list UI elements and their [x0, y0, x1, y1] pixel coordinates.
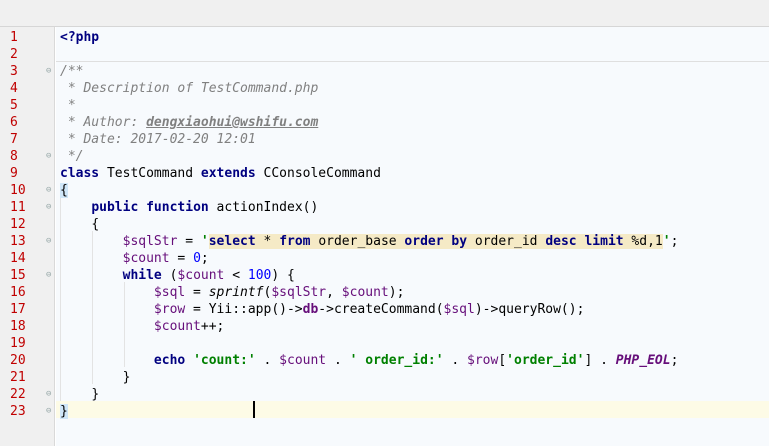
code-line: class TestCommand extends CConsoleComman…: [56, 165, 769, 182]
php-open-tag: <?php: [60, 30, 100, 45]
text-cursor: [253, 401, 255, 418]
line-number: 5: [10, 98, 18, 113]
operator: =: [177, 234, 201, 249]
code-line: {: [56, 182, 769, 199]
number: 0: [193, 251, 201, 266]
keyword: public: [91, 200, 139, 215]
line-number: 3: [10, 64, 18, 79]
line-number: 12: [10, 217, 26, 232]
sql-injection: select * from order_base order by order_…: [208, 234, 663, 249]
doc-comment: *: [60, 98, 76, 113]
line-number: 20: [10, 353, 26, 368]
doc-comment: * Author:: [60, 115, 147, 130]
function-call: sprintf: [208, 285, 264, 300]
code-line: echo 'count:' . $count . ' order_id:' . …: [153, 353, 679, 368]
line-number: 14: [10, 251, 26, 266]
brace: {: [91, 217, 100, 232]
code-line: while ($count < 100) {: [122, 268, 295, 283]
string: ' order_id:': [349, 353, 444, 368]
keyword: extends: [200, 166, 256, 181]
line-number: 22: [10, 387, 26, 402]
constant: PHP_EOL: [615, 353, 671, 368]
line-number: 16: [10, 285, 26, 300]
line-number: 17: [10, 302, 26, 317]
code-line: * Author: dengxiaohui@wshifu.com: [56, 114, 769, 131]
line-number: 10: [10, 183, 26, 198]
code-line: */: [56, 148, 769, 165]
line-number: 1: [10, 30, 18, 45]
keyword: function: [146, 200, 209, 215]
code-line: }: [56, 403, 769, 420]
line-number: 13: [10, 234, 26, 249]
code-line: $sql = sprintf($sqlStr, $count);: [153, 285, 405, 300]
matched-brace: {: [60, 183, 68, 198]
code-line: * Date: 2017-02-20 12:01: [56, 131, 769, 148]
string: 'order_id': [506, 353, 585, 368]
line-number: 6: [10, 115, 18, 130]
code-line: $count++;: [153, 319, 225, 334]
string-quote: ': [200, 234, 209, 249]
fold-marker-icon[interactable]: ⊖: [46, 152, 55, 161]
line-number: 23: [10, 404, 26, 419]
class-name: TestCommand: [99, 166, 201, 181]
line-number: 2: [10, 47, 18, 62]
fold-marker-icon[interactable]: ⊖: [46, 271, 55, 280]
code-line: $sqlStr = 'select * from order_base orde…: [122, 234, 679, 249]
code-line: <?php: [56, 29, 769, 46]
keyword: class: [60, 166, 100, 181]
property: db: [302, 302, 319, 317]
fold-marker-icon[interactable]: ⊖: [46, 237, 55, 246]
fold-marker-icon[interactable]: ⊖: [46, 203, 55, 212]
code-line: }: [91, 387, 100, 402]
fold-marker-icon[interactable]: ⊖: [46, 67, 55, 76]
keyword: while: [122, 268, 162, 283]
string-quote: ': [662, 234, 671, 249]
code-line: *: [56, 97, 769, 114]
line-number: 21: [10, 370, 26, 385]
code-line: /**: [56, 63, 769, 80]
line-number: 18: [10, 319, 26, 334]
line-number: 8: [10, 149, 18, 164]
method-name: actionIndex(): [208, 200, 319, 215]
fold-marker-icon[interactable]: ⊖: [46, 407, 55, 416]
code-line: public function actionIndex(): [56, 199, 769, 216]
fold-marker-icon[interactable]: ⊖: [46, 390, 55, 399]
fold-marker-icon[interactable]: ⊖: [46, 186, 55, 195]
line-number: 9: [10, 166, 18, 181]
code-line: {: [56, 216, 769, 233]
doc-comment: /**: [60, 64, 84, 79]
author-email-link[interactable]: dengxiaohui@wshifu.com: [146, 115, 318, 130]
variable: $count: [122, 251, 170, 266]
string: 'count:': [193, 353, 256, 368]
matched-brace: }: [60, 404, 68, 419]
number: 100: [247, 268, 272, 283]
parent-class: CConsoleCommand: [255, 166, 381, 181]
code-line: $row = Yii::app()->db->createCommand($sq…: [153, 302, 585, 317]
editor-tab-bar: [0, 0, 769, 27]
keyword: echo: [153, 353, 186, 368]
doc-comment: */: [60, 149, 84, 164]
code-line: * Description of TestCommand.php: [56, 80, 769, 97]
line-number: 11: [10, 200, 26, 215]
variable: $sqlStr: [122, 234, 178, 249]
line-number: 19: [10, 336, 26, 351]
code-line: $count = 0;: [122, 251, 209, 266]
doc-comment: * Date: 2017-02-20 12:01: [60, 132, 256, 147]
line-number: 7: [10, 132, 18, 147]
line-number: 4: [10, 81, 18, 96]
code-editor[interactable]: ⊖ ⊖ ⊖ ⊖ ⊖ ⊖ ⊖ ⊖ 1 2 3 4 5 6 7 8 9 10 11 12 13 14 15 16 1…: [0, 27, 769, 446]
doc-comment: * Description of TestCommand.php: [60, 81, 319, 96]
line-number: 15: [10, 268, 26, 283]
code-line: }: [122, 370, 131, 385]
